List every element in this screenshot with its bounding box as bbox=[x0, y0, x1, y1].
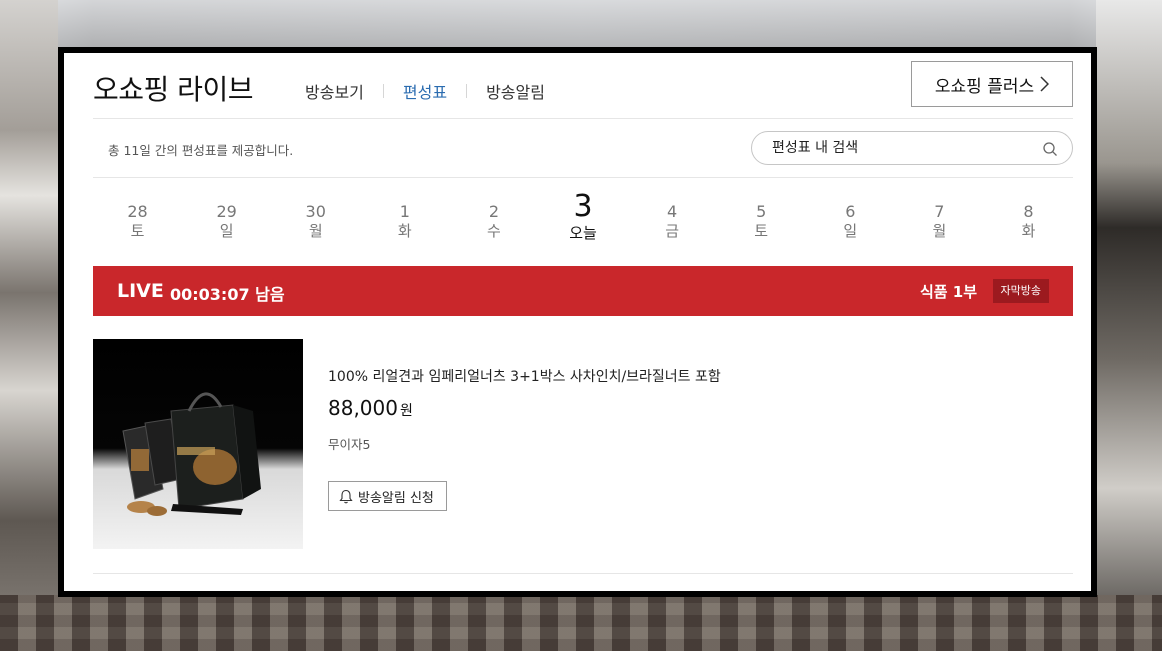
schedule-info-text: 총 11일 간의 편성표를 제공합니다. bbox=[108, 143, 294, 158]
nav-divider bbox=[382, 84, 384, 98]
bell-icon bbox=[339, 489, 353, 503]
date-number: 4 bbox=[667, 202, 678, 221]
date-item[interactable]: 5 토 bbox=[717, 178, 806, 266]
date-number: 3 bbox=[573, 189, 593, 224]
date-number: 5 bbox=[756, 202, 767, 221]
date-weekday: 금 bbox=[665, 222, 680, 240]
date-weekday: 월 bbox=[932, 222, 947, 240]
date-item[interactable]: 8 화 bbox=[984, 178, 1073, 266]
nav-item-alarm[interactable]: 방송알림 bbox=[486, 79, 545, 103]
live-remaining-time: 00:03:07 남음 bbox=[170, 285, 285, 304]
date-item[interactable]: 7 월 bbox=[895, 178, 984, 266]
price-unit: 원 bbox=[399, 403, 413, 419]
broadcast-alarm-label: 방송알림 신청 bbox=[358, 490, 434, 506]
caption-badge: 자막방송 bbox=[992, 279, 1049, 303]
date-number: 8 bbox=[1023, 202, 1034, 221]
date-item[interactable]: 2 수 bbox=[449, 178, 538, 266]
header: 오쇼핑 라이브 방송보기 편성표 방송알림 오쇼핑 플러스 bbox=[93, 53, 1073, 119]
chevron-right-icon bbox=[1040, 76, 1050, 92]
info-row: 총 11일 간의 편성표를 제공합니다. bbox=[93, 119, 1073, 178]
background-left bbox=[0, 0, 58, 651]
date-number: 28 bbox=[127, 202, 148, 221]
date-weekday: 토 bbox=[754, 222, 769, 240]
search-icon[interactable] bbox=[1042, 141, 1058, 157]
main-nav: 방송보기 편성표 방송알림 bbox=[305, 79, 545, 103]
brand-title[interactable]: 오쇼핑 라이브 bbox=[93, 68, 253, 108]
schedule-search[interactable] bbox=[751, 131, 1073, 165]
product-title[interactable]: 100% 리얼견과 임페리얼너츠 3+1박스 사차인치/브라질너트 포함 bbox=[328, 366, 721, 386]
date-number: 2 bbox=[488, 202, 500, 221]
schedule-content: 오쇼핑 라이브 방송보기 편성표 방송알림 오쇼핑 플러스 총 11일 간의 편… bbox=[93, 53, 1073, 574]
schedule-panel-inner: 오쇼핑 라이브 방송보기 편성표 방송알림 오쇼핑 플러스 총 11일 간의 편… bbox=[64, 53, 1091, 591]
date-weekday: 화 bbox=[1021, 222, 1036, 240]
oshopping-plus-button[interactable]: 오쇼핑 플러스 bbox=[911, 61, 1073, 107]
product-image bbox=[122, 392, 261, 516]
date-item[interactable]: 29 일 bbox=[182, 178, 271, 266]
date-number: 7 bbox=[934, 202, 945, 221]
date-item[interactable]: 1 화 bbox=[360, 178, 449, 266]
schedule-search-input[interactable] bbox=[772, 138, 1032, 158]
date-number: 29 bbox=[216, 202, 237, 221]
product-promo: 무이자5 bbox=[328, 437, 371, 452]
date-weekday: 월 bbox=[308, 222, 323, 240]
product-item: 100% 리얼견과 임페리얼너츠 3+1박스 사차인치/브라질너트 포함 88,… bbox=[93, 316, 1073, 574]
live-category: 식품 1부 bbox=[919, 283, 977, 301]
oshopping-plus-label: 오쇼핑 플러스 bbox=[934, 76, 1035, 97]
date-weekday: 토 bbox=[130, 222, 145, 240]
live-tag: LIVE bbox=[117, 280, 164, 302]
date-weekday: 화 bbox=[397, 222, 412, 240]
background-floor bbox=[0, 595, 1162, 651]
broadcast-alarm-button[interactable]: 방송알림 신청 bbox=[328, 481, 447, 511]
date-item[interactable]: 30 월 bbox=[271, 178, 360, 266]
date-number: 30 bbox=[305, 202, 326, 221]
date-weekday: 일 bbox=[843, 222, 858, 240]
live-bar: LIVE 00:03:07 남음 식품 1부 자막방송 bbox=[93, 266, 1073, 316]
date-weekday: 수 bbox=[487, 222, 501, 240]
schedule-panel: 오쇼핑 라이브 방송보기 편성표 방송알림 오쇼핑 플러스 총 11일 간의 편… bbox=[58, 47, 1097, 597]
nav-item-schedule[interactable]: 편성표 bbox=[403, 79, 447, 103]
price-amount: 88,000 bbox=[328, 396, 398, 420]
product-thumbnail[interactable] bbox=[93, 339, 303, 549]
date-weekday: 오늘 bbox=[569, 224, 597, 242]
date-number: 6 bbox=[845, 202, 856, 221]
date-number: 1 bbox=[399, 202, 410, 221]
date-weekday: 일 bbox=[219, 222, 234, 240]
date-item[interactable]: 4 금 bbox=[628, 178, 717, 266]
date-item-today[interactable]: 3 오늘 bbox=[538, 178, 627, 266]
date-strip: 28 토 29 일 30 월 1 화 2 수 3 오늘 4 금 5 토 6 일 … bbox=[93, 178, 1073, 266]
background-right bbox=[1096, 0, 1162, 651]
nav-divider bbox=[466, 84, 468, 98]
product-price: 88,000 원 bbox=[328, 396, 413, 420]
date-item[interactable]: 28 토 bbox=[93, 178, 182, 266]
nav-item-broadcast[interactable]: 방송보기 bbox=[305, 79, 364, 103]
date-item[interactable]: 6 일 bbox=[806, 178, 895, 266]
